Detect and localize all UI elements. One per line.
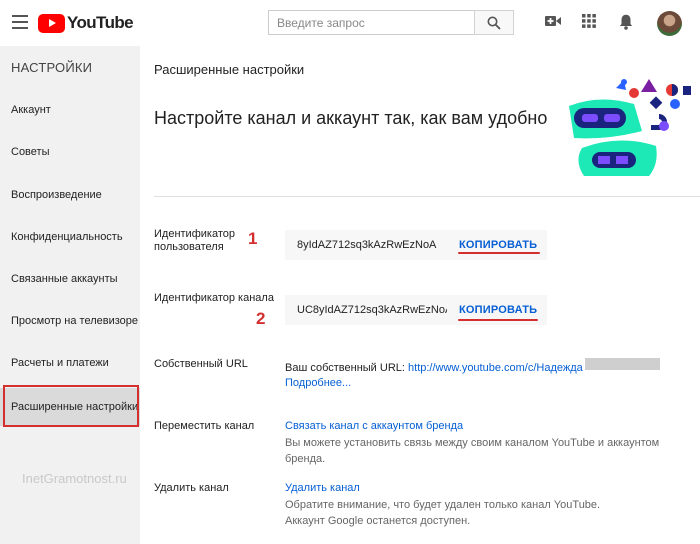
channel-id-label: Идентификатор канала	[154, 292, 274, 304]
sidebar-item-privacy[interactable]: Конфиденциальность	[0, 218, 140, 256]
sidebar-title: НАСТРОЙКИ	[11, 60, 93, 75]
watermark: InetGramotnost.ru	[22, 471, 127, 486]
delete-channel-description: Обратите внимание, что будет удален толь…	[285, 499, 601, 527]
search-icon	[487, 16, 501, 30]
sidebar-item-connected-accounts[interactable]: Связанные аккаунты	[0, 260, 140, 298]
move-channel-label: Переместить канал	[154, 420, 255, 432]
apps-grid-icon[interactable]	[582, 14, 596, 33]
page-title: Расширенные настройки	[154, 62, 305, 77]
sidebar-item-tv-viewing[interactable]: Просмотр на телевизоре	[0, 302, 140, 340]
learn-more-link[interactable]: Подробнее...	[285, 377, 351, 389]
custom-url-prefix: Ваш собственный URL:	[285, 362, 405, 374]
sidebar-item-tips[interactable]: Советы	[0, 133, 140, 171]
annotation-underline	[458, 319, 538, 321]
sidebar-item-label: Расширенные настройки	[11, 401, 139, 413]
divider	[154, 196, 700, 197]
menu-icon[interactable]	[12, 15, 28, 29]
search-input[interactable]	[268, 10, 474, 35]
sidebar-item-label: Советы	[11, 146, 50, 158]
sidebar-item-label: Воспроизведение	[11, 189, 102, 201]
sidebar-item-account[interactable]: Аккаунт	[0, 91, 140, 129]
hero-title: Настройте канал и аккаунт так, как вам у…	[154, 108, 548, 128]
delete-channel-label: Удалить канал	[154, 482, 229, 494]
create-video-icon[interactable]	[545, 14, 561, 33]
annotation-number-1: 1	[248, 229, 258, 248]
custom-url-line: Ваш собственный URL: http://www.youtube.…	[285, 362, 583, 374]
main-content: Расширенные настройки Настройте канал и …	[140, 46, 700, 544]
youtube-logo[interactable]: YouTube	[38, 13, 134, 33]
sidebar-item-advanced-settings[interactable]: Расширенные настройки	[0, 388, 140, 426]
link-brand-account-link[interactable]: Связать канал с аккаунтом бренда	[285, 420, 463, 432]
robot-illustration-icon	[569, 79, 691, 176]
user-id-label: Идентификатор пользователя	[154, 228, 235, 253]
copy-user-id-button[interactable]: КОПИРОВАТЬ	[459, 239, 537, 251]
search-button[interactable]	[474, 10, 514, 35]
sidebar-item-playback[interactable]: Воспроизведение	[0, 176, 140, 214]
top-bar: YouTube	[0, 0, 700, 46]
sidebar-item-label: Аккаунт	[11, 104, 51, 116]
copy-channel-id-button[interactable]: КОПИРОВАТЬ	[459, 304, 537, 316]
custom-url-label: Собственный URL	[154, 358, 248, 370]
sidebar-item-label: Связанные аккаунты	[11, 273, 118, 285]
annotation-number-2: 2	[256, 309, 266, 328]
settings-sidebar: НАСТРОЙКИ Аккаунт Советы Воспроизведение…	[0, 46, 140, 544]
avatar[interactable]	[657, 11, 682, 36]
sidebar-item-label: Просмотр на телевизоре	[11, 315, 139, 327]
move-channel-description: Вы можете установить связь между своим к…	[285, 437, 660, 465]
youtube-play-icon	[38, 13, 65, 33]
notifications-bell-icon[interactable]	[619, 14, 633, 35]
search-bar	[268, 10, 514, 35]
sidebar-item-billing[interactable]: Расчеты и платежи	[0, 344, 140, 382]
user-id-field: 8yIdAZ712sq3kAzRwEzNoA КОПИРОВАТЬ	[285, 230, 547, 260]
logo-text: YouTube	[67, 13, 134, 32]
channel-id-value[interactable]: UC8yIdAZ712sq3kAzRwEzNoA	[297, 304, 447, 316]
user-id-value[interactable]: 8yIdAZ712sq3kAzRwEzNoA	[297, 239, 447, 251]
sidebar-item-label: Конфиденциальность	[11, 231, 123, 243]
delete-channel-link[interactable]: Удалить канал	[285, 482, 360, 494]
sidebar-item-label: Расчеты и платежи	[11, 357, 109, 369]
custom-url-link[interactable]: http://www.youtube.com/c/Надежда	[408, 362, 583, 374]
annotation-underline	[458, 252, 540, 254]
redacted-block	[585, 358, 660, 370]
